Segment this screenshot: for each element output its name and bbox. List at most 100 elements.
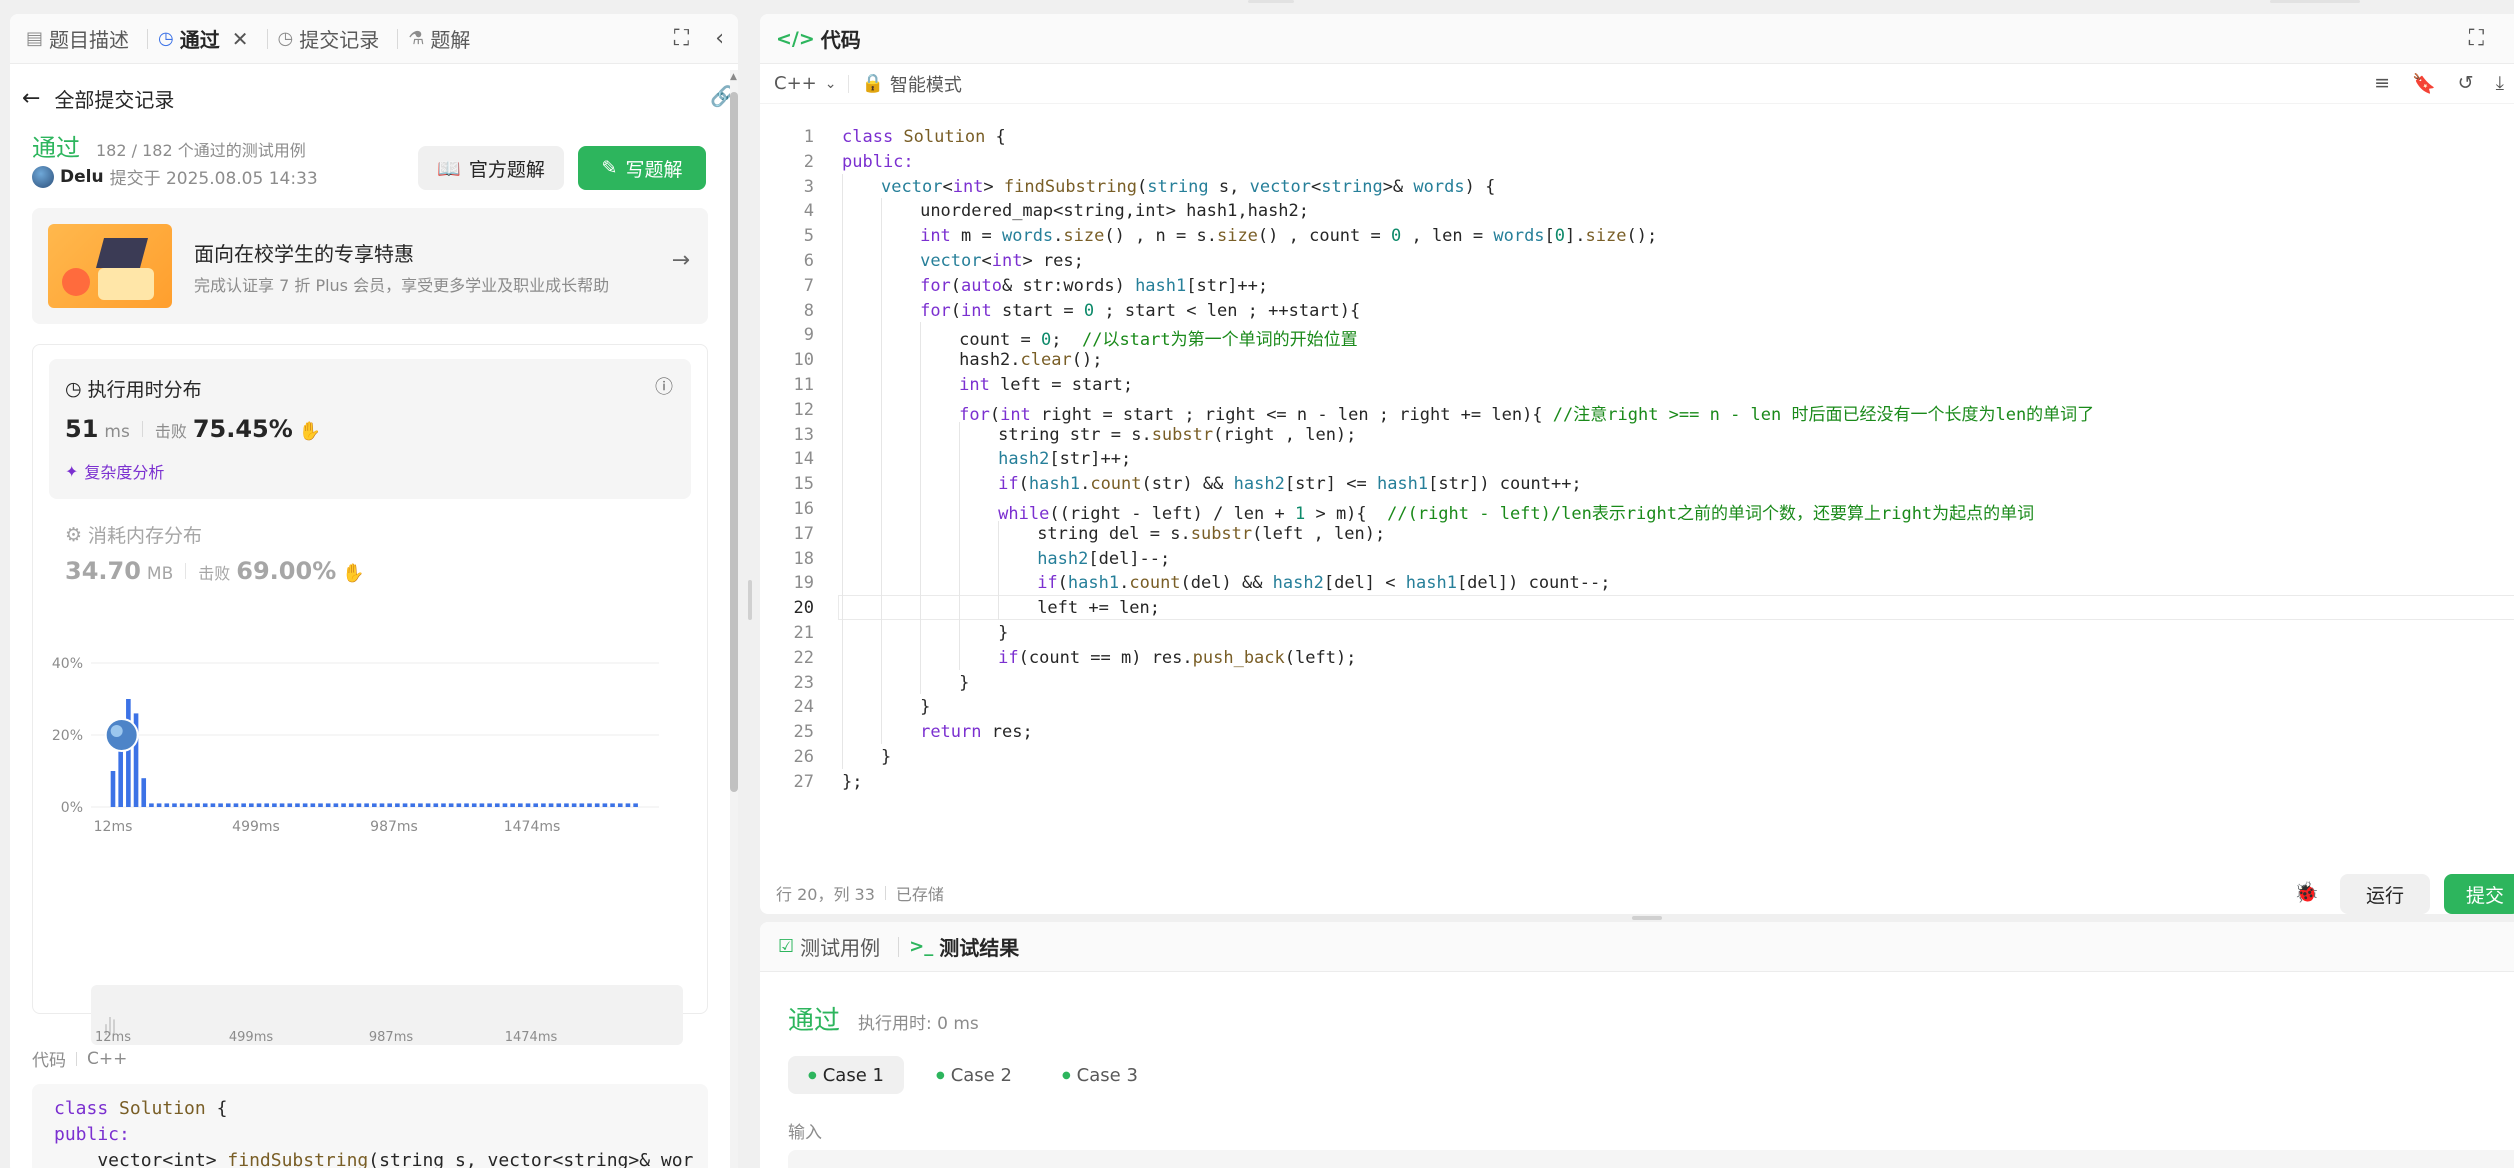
code-line[interactable]: 24}: [760, 694, 2514, 720]
runtime-distribution-chart[interactable]: 40% 20% 0% 12ms 499ms 987ms 1474ms: [33, 645, 709, 975]
avatar[interactable]: [32, 165, 54, 188]
scrollbar-thumb[interactable]: [730, 92, 738, 792]
write-solution-button[interactable]: ✎ 写题解: [578, 146, 706, 190]
code-line[interactable]: 27};: [760, 769, 2514, 794]
tab-test-results[interactable]: >_ 测试结果: [909, 932, 1019, 961]
collapse-icon[interactable]: ‹: [715, 26, 724, 51]
histogram-bar: [141, 778, 147, 807]
code-line[interactable]: 6 vector<int> res;: [760, 248, 2514, 273]
indent-guide: [881, 347, 883, 372]
code-line[interactable]: 22 if(count == m) res.push_back(left);: [760, 644, 2514, 670]
format-icon[interactable]: ≡: [2374, 72, 2390, 95]
run-button[interactable]: 运行: [2340, 874, 2430, 914]
code-line[interactable]: 3 vector<int> findSubstring(string s, vec…: [760, 173, 2514, 199]
reset-icon[interactable]: ↺: [2458, 72, 2474, 95]
indent-guide: [842, 719, 843, 744]
mode-toggle[interactable]: 🔒 智能模式: [861, 71, 961, 97]
user-marker-avatar: [104, 718, 139, 752]
maximize-icon[interactable]: ⛶: [2469, 26, 2484, 51]
indent-guide: [842, 520, 843, 546]
code-section-lang: C++: [87, 1048, 128, 1069]
code-line[interactable]: 9 count = 0; //以start为第一个单词的开始位置: [760, 322, 2514, 350]
code-line[interactable]: 13 string str = s.substr(right , len);: [760, 421, 2514, 447]
tab-accepted[interactable]: ◷ 通过 ✕: [158, 24, 248, 53]
indent-guide: [998, 595, 1000, 620]
code-line[interactable]: 23}: [760, 669, 2514, 695]
histogram-bar: [187, 803, 193, 807]
scroll-up-icon[interactable]: ▲: [730, 72, 737, 82]
promo-banner[interactable]: 面向在校学生的专享特惠 完成认证享 7 折 Plus 会员，享受更多学业及职业成…: [32, 208, 708, 324]
code-line[interactable]: 8 for(int start = 0 ; start < len ; ++sta…: [760, 297, 2514, 323]
code-line[interactable]: 25 return res;: [760, 719, 2514, 744]
histogram-bar: [333, 803, 339, 807]
input-box[interactable]: [788, 1150, 2514, 1168]
code-line[interactable]: 7 for(auto& str:words) hash1[str]++;: [760, 272, 2514, 298]
code-line[interactable]: 20 left += len;: [760, 595, 2514, 620]
code-line[interactable]: 26}: [760, 744, 2514, 769]
tab-description[interactable]: ▤ 题目描述: [26, 24, 129, 53]
case-tabs: ● Case 1 ● Case 2 ● Case 3: [788, 1056, 1156, 1094]
info-icon[interactable]: ⓘ: [655, 373, 673, 399]
language-select[interactable]: C++ ⌄: [774, 73, 836, 94]
histogram-bar: [587, 803, 592, 807]
official-solution-button[interactable]: 📖 官方题解: [418, 146, 564, 190]
code-line[interactable]: 14 hash2[str]++;: [760, 446, 2514, 472]
code-text: hash2.clear();: [959, 350, 1103, 371]
tab-submissions[interactable]: ◷ 提交记录: [278, 24, 380, 53]
memory-title[interactable]: ⚙ 消耗内存分布: [65, 521, 202, 548]
code-line[interactable]: 12 for(int right = start ; right <= n - l…: [760, 396, 2514, 425]
avatar-highlight: [110, 725, 123, 737]
panel-resize-handle[interactable]: [748, 580, 752, 620]
user-name[interactable]: Delu: [60, 167, 104, 187]
indent-guide: [959, 496, 961, 521]
histogram-bar: [348, 803, 354, 807]
close-icon[interactable]: ✕: [232, 27, 249, 51]
code-line[interactable]: 5 int m = words.size() , n = s.size() , c…: [760, 223, 2514, 248]
histogram-bar: [379, 803, 385, 807]
code-text: }: [959, 672, 970, 693]
code-text: }: [881, 747, 892, 767]
complexity-link[interactable]: ✦ 复杂度分析: [65, 459, 164, 483]
histogram-bar: [149, 803, 154, 807]
case-tab-2[interactable]: ● Case 2: [918, 1056, 1030, 1094]
histogram-bar: [594, 803, 600, 807]
code-line[interactable]: 17 string del = s.substr(left , len);: [760, 520, 2514, 546]
more-icon[interactable]: ⤓: [2496, 72, 2504, 95]
code-line[interactable]: 21}: [760, 620, 2514, 645]
code-line[interactable]: 18 hash2[del]--;: [760, 545, 2514, 571]
indent-guide: [842, 620, 843, 645]
top-strip-handle: [1248, 0, 1294, 3]
overview-tick-label: 1474ms: [505, 1030, 558, 1045]
code-line[interactable]: 2 public:: [760, 149, 2514, 174]
code-text: if(count == m) res.push_back(left);: [998, 647, 1357, 668]
histogram-bar: [571, 803, 577, 807]
case-tab-1[interactable]: ● Case 1: [788, 1056, 904, 1094]
bookmark-icon[interactable]: 🔖: [2412, 72, 2436, 95]
indent-guide: [959, 446, 961, 472]
case-tab-3[interactable]: ● Case 3: [1044, 1056, 1156, 1094]
code-line[interactable]: 1 class Solution {: [760, 124, 2514, 149]
code-line[interactable]: 19 if(hash1.count(del) && hash2[del] < ha…: [760, 570, 2514, 596]
tab-testcases[interactable]: ☑ 测试用例: [778, 932, 880, 961]
x-tick-label: 987ms: [370, 819, 418, 835]
code-line[interactable]: 16 while((right - left) / len + 1 > m){ /…: [760, 496, 2514, 524]
code-line[interactable]: 10 hash2.clear();: [760, 347, 2514, 372]
code-editor[interactable]: 1 class Solution {2 public: 3 vector<int> fi…: [760, 116, 2514, 876]
code-text: string str = s.substr(right , len);: [998, 424, 1357, 445]
indent-guide: [959, 595, 961, 620]
code-line[interactable]: 15 if(hash1.count(str) && hash2[str] <= h…: [760, 471, 2514, 496]
overview-slider[interactable]: 12ms 499ms 987ms 1474ms: [91, 985, 683, 1045]
code-line[interactable]: 11 int left = start;: [760, 372, 2514, 397]
indent-guide: [959, 620, 961, 645]
back-link[interactable]: ← 全部提交记录: [22, 84, 174, 113]
runtime-card[interactable]: ◷ 执行用时分布 ⓘ 51 ms 击败 75.45% ✋ ✦ 复杂度分析: [49, 359, 691, 499]
tab-solutions[interactable]: ⚗ 题解: [408, 24, 470, 53]
debug-icon[interactable]: 🐞: [2294, 880, 2319, 904]
submit-button[interactable]: 提交: [2444, 874, 2514, 914]
code-line[interactable]: 4 unordered_map<string,int> hash1,hash2;: [760, 198, 2514, 224]
scrollbar-track[interactable]: ▲: [730, 70, 738, 1168]
indent-guide: [881, 297, 883, 323]
maximize-icon[interactable]: ⛶: [674, 26, 689, 51]
vertical-resize-handle[interactable]: [1632, 916, 1662, 920]
beat-label: 击败: [154, 422, 187, 441]
